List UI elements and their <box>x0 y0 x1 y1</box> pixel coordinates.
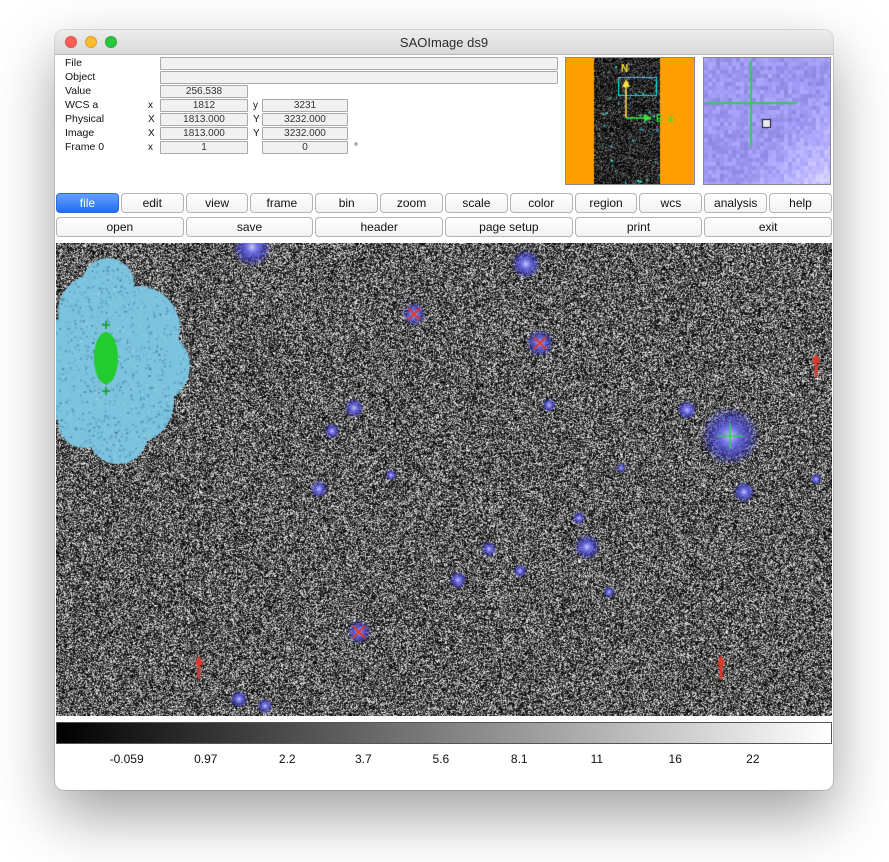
image-y-label: Y <box>253 127 260 140</box>
window-title: SAOImage ds9 <box>400 35 488 50</box>
menu-region[interactable]: region <box>575 193 638 213</box>
colorbar-tick: 5.6 <box>433 752 450 766</box>
colorbar-tick: -0.059 <box>110 752 144 766</box>
wcs-x-field[interactable] <box>160 99 248 112</box>
colorbar[interactable] <box>56 722 832 744</box>
colorbar-ticks: -0.059 0.97 2.2 3.7 5.6 8.1 11 16 22 <box>56 752 832 770</box>
colorbar-tick: 3.7 <box>355 752 372 766</box>
exit-button[interactable]: exit <box>704 217 832 237</box>
ds9-window: SAOImage ds9 File Object Value WCS a x y… <box>55 30 833 790</box>
wcs-label: WCS a <box>65 99 98 112</box>
file-label: File <box>65 57 82 70</box>
print-button[interactable]: print <box>575 217 703 237</box>
image-y-field[interactable] <box>262 127 348 140</box>
header-button[interactable]: header <box>315 217 443 237</box>
wcs-x-label: x <box>148 99 153 112</box>
file-field[interactable] <box>160 57 558 70</box>
colorbar-tick: 0.97 <box>194 752 217 766</box>
menu-file[interactable]: file <box>56 193 119 213</box>
colorbar-tick: 2.2 <box>279 752 296 766</box>
image-x-field[interactable] <box>160 127 248 140</box>
menu-wcs[interactable]: wcs <box>639 193 702 213</box>
colorbar-tick: 11 <box>591 752 603 766</box>
value-field[interactable] <box>160 85 248 98</box>
menu-bar: file edit view frame bin zoom scale colo… <box>56 193 832 213</box>
colorbar-tick: 8.1 <box>511 752 528 766</box>
colorbar-tick: 22 <box>746 752 759 766</box>
info-panel: File Object Value WCS a x y Physical X Y… <box>55 55 833 193</box>
menu-analysis[interactable]: analysis <box>704 193 767 213</box>
frame-label: Frame 0 <box>65 141 104 154</box>
degree-symbol: ° <box>354 141 358 154</box>
colorbar-tick: 16 <box>669 752 682 766</box>
save-button[interactable]: save <box>186 217 314 237</box>
file-submenu: open save header page setup print exit <box>56 217 832 237</box>
open-button[interactable]: open <box>56 217 184 237</box>
menu-view[interactable]: view <box>186 193 249 213</box>
image-x-label: X <box>148 127 155 140</box>
menu-color[interactable]: color <box>510 193 573 213</box>
menu-edit[interactable]: edit <box>121 193 184 213</box>
physical-y-field[interactable] <box>262 113 348 126</box>
frame-rotation-field[interactable] <box>262 141 348 154</box>
object-label: Object <box>65 71 95 84</box>
sky-image[interactable] <box>56 243 832 716</box>
magnifier <box>703 57 831 185</box>
object-field[interactable] <box>160 71 558 84</box>
physical-label: Physical <box>65 113 104 126</box>
panner-canvas[interactable] <box>566 58 694 184</box>
menu-bin[interactable]: bin <box>315 193 378 213</box>
image-label: Image <box>65 127 94 140</box>
minimize-icon[interactable] <box>85 36 97 48</box>
menu-zoom[interactable]: zoom <box>380 193 443 213</box>
menu-scale[interactable]: scale <box>445 193 508 213</box>
physical-y-label: Y <box>253 113 260 126</box>
magnifier-canvas <box>704 58 830 184</box>
maximize-icon[interactable] <box>105 36 117 48</box>
menu-frame[interactable]: frame <box>250 193 313 213</box>
close-icon[interactable] <box>65 36 77 48</box>
physical-x-field[interactable] <box>160 113 248 126</box>
wcs-y-label: y <box>253 99 258 112</box>
menu-help[interactable]: help <box>769 193 832 213</box>
wcs-y-field[interactable] <box>262 99 348 112</box>
traffic-lights <box>65 36 117 48</box>
image-display[interactable] <box>56 243 832 716</box>
page-setup-button[interactable]: page setup <box>445 217 573 237</box>
value-label: Value <box>65 85 91 98</box>
panner[interactable] <box>565 57 695 185</box>
physical-x-label: X <box>148 113 155 126</box>
frame-x-field[interactable] <box>160 141 248 154</box>
frame-x-label: x <box>148 141 153 154</box>
title-bar[interactable]: SAOImage ds9 <box>55 30 833 55</box>
